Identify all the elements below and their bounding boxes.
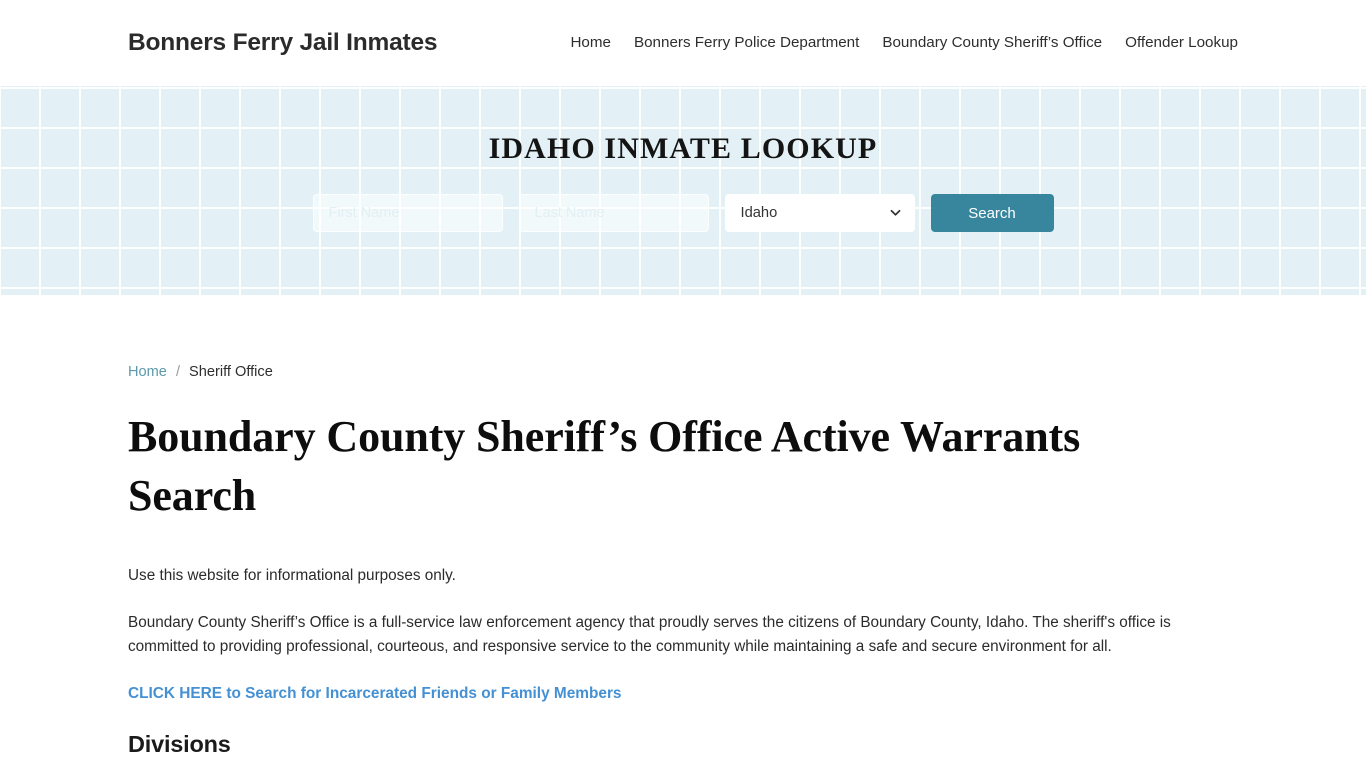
divisions-heading: Divisions [128, 730, 231, 757]
hero-title: IDAHO INMATE LOOKUP [488, 132, 878, 165]
main-content: Home / Sheriff Office Boundary County Sh… [0, 365, 1366, 768]
hero-inmate-lookup: IDAHO INMATE LOOKUP Idaho Search [0, 86, 1366, 295]
site-header: Bonners Ferry Jail Inmates Home Bonners … [0, 0, 1366, 86]
primary-navigation: Home Bonners Ferry Police Department Bou… [570, 35, 1238, 50]
state-select-wrapper: Idaho [724, 194, 915, 232]
last-name-input[interactable] [518, 194, 709, 232]
first-name-input[interactable] [312, 194, 503, 232]
search-button[interactable]: Search [930, 194, 1054, 232]
breadcrumb-item-home[interactable]: Home [128, 365, 167, 380]
inmate-search-form: Idaho Search [312, 194, 1054, 232]
breadcrumb-item-current: Sheriff Office [189, 364, 273, 380]
nav-item-boundary-county-sheriffs-office[interactable]: Boundary County Sheriff’s Office [882, 35, 1102, 50]
breadcrumb: Home / Sheriff Office [128, 365, 1238, 380]
intro-paragraph: Use this website for informational purpo… [128, 567, 456, 585]
description-paragraph: Boundary County Sheriff’s Office is a fu… [128, 613, 1171, 655]
nav-item-offender-lookup[interactable]: Offender Lookup [1125, 35, 1238, 50]
nav-item-home[interactable]: Home [570, 35, 611, 50]
state-select[interactable]: Idaho [724, 194, 915, 232]
breadcrumb-separator: / [175, 364, 180, 380]
nav-item-bonners-ferry-police-department[interactable]: Bonners Ferry Police Department [634, 35, 859, 50]
inmate-search-cta-link[interactable]: CLICK HERE to Search for Incarcerated Fr… [128, 683, 622, 705]
page-title: Boundary County Sheriff’s Office Active … [128, 411, 1081, 521]
site-logo[interactable]: Bonners Ferry Jail Inmates [128, 29, 438, 57]
